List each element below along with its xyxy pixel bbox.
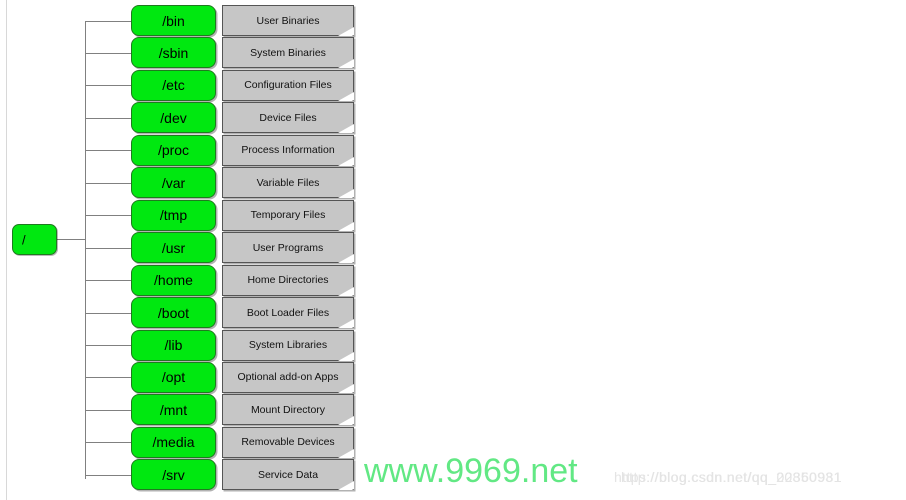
directory-description-note[interactable]: Optional add-on Apps xyxy=(222,361,354,393)
directory-description-note[interactable]: Process Information xyxy=(222,134,354,166)
note-fold-corner-icon xyxy=(338,416,354,426)
tree-branch-line xyxy=(85,280,132,282)
directory-node[interactable]: /lib xyxy=(131,329,216,361)
directory-node[interactable]: /opt xyxy=(131,361,216,393)
root-node-label: / xyxy=(22,232,26,247)
note-fold-corner-icon xyxy=(338,189,354,199)
watermark-primary: www.9969.net xyxy=(364,452,578,490)
directory-node[interactable]: /mnt xyxy=(131,394,216,426)
directory-description-note[interactable]: Temporary Files xyxy=(222,199,354,231)
directory-description-note[interactable]: User Programs xyxy=(222,232,354,264)
note-fold-corner-icon xyxy=(338,448,354,458)
directory-description-note[interactable]: Boot Loader Files xyxy=(222,297,354,329)
directory-node[interactable]: /dev xyxy=(131,102,216,134)
directory-description-note[interactable]: User Binaries xyxy=(222,5,354,36)
directory-description-label: System Binaries xyxy=(250,46,326,59)
tree-branch-line xyxy=(85,85,132,87)
directory-description-note[interactable]: Variable Files xyxy=(222,167,354,199)
directory-description-label: Process Information xyxy=(241,144,335,157)
directory-description-note[interactable]: Home Directories xyxy=(222,264,354,296)
directory-description-note[interactable]: Mount Directory xyxy=(222,394,354,426)
tree-branch-line xyxy=(85,377,132,379)
diagram-canvas: / /bin User Binaries/sbin System Binaries /… xyxy=(0,0,906,500)
tree-branch-line xyxy=(85,20,132,22)
directory-description-label: Mount Directory xyxy=(250,403,326,416)
note-fold-corner-icon xyxy=(338,383,354,393)
directory-node[interactable]: /var xyxy=(131,167,216,199)
tree-branch-line xyxy=(85,312,132,314)
directory-description-note[interactable]: System Libraries xyxy=(222,329,354,361)
note-fold-corner-icon xyxy=(338,319,354,329)
note-fold-corner-icon xyxy=(338,221,354,231)
watermark-secondary-b: http://blog.csdn.net/qq_20850931 xyxy=(621,469,842,485)
directory-description-label: Device Files xyxy=(259,111,317,124)
note-fold-corner-icon xyxy=(338,91,354,101)
note-fold-corner-icon xyxy=(338,351,354,361)
tree-branch-line xyxy=(85,52,132,54)
directory-node[interactable]: /srv xyxy=(131,459,216,491)
directory-description-label: System Libraries xyxy=(248,339,328,351)
directory-node[interactable]: /usr xyxy=(131,232,216,264)
note-fold-corner-icon xyxy=(338,156,354,166)
directory-description-note[interactable]: Configuration Files xyxy=(222,69,354,101)
directory-description-note[interactable]: Device Files xyxy=(222,102,354,134)
directory-node[interactable]: /proc xyxy=(131,134,216,166)
note-fold-corner-icon xyxy=(338,59,354,69)
directory-node[interactable]: /tmp xyxy=(131,199,216,231)
tree-branch-line xyxy=(85,474,132,476)
note-fold-corner-icon xyxy=(338,27,354,36)
directory-description-label: Temporary Files xyxy=(250,209,326,222)
tree-branch-line xyxy=(85,442,132,444)
directory-node[interactable]: /home xyxy=(131,264,216,296)
directory-description-label: Boot Loader Files xyxy=(246,306,330,319)
root-connector-line xyxy=(57,239,86,240)
directory-description-label: User Programs xyxy=(252,241,324,254)
root-node[interactable]: / xyxy=(12,224,57,255)
tree-branch-line xyxy=(85,182,132,184)
directory-description-note[interactable]: Removable Devices xyxy=(222,426,354,458)
directory-description-label: Variable Files xyxy=(256,176,320,189)
directory-description-note[interactable]: Service Data xyxy=(222,459,354,491)
directory-description-label: Configuration Files xyxy=(244,79,332,92)
directory-description-label: Optional add-on Apps xyxy=(237,371,339,384)
note-fold-corner-icon xyxy=(338,254,354,264)
directory-description-label: Service Data xyxy=(257,468,319,481)
note-fold-corner-icon xyxy=(338,481,354,491)
directory-node[interactable]: /boot xyxy=(131,297,216,329)
directory-node[interactable]: /sbin xyxy=(131,37,216,69)
tree-branch-line xyxy=(85,345,132,346)
left-edge-rule xyxy=(6,0,7,500)
note-fold-corner-icon xyxy=(338,286,354,296)
directory-description-note[interactable]: System Binaries xyxy=(222,37,354,69)
directory-description-label: Removable Devices xyxy=(241,436,335,449)
tree-branch-line xyxy=(85,247,132,249)
note-fold-corner-icon xyxy=(338,124,354,134)
tree-branch-line xyxy=(85,215,132,217)
directory-description-label: User Binaries xyxy=(256,14,320,27)
tree-branch-line xyxy=(85,150,132,152)
directory-description-label: Home Directories xyxy=(247,274,329,287)
directory-node[interactable]: /bin xyxy=(131,5,216,36)
tree-branch-line xyxy=(85,409,132,411)
tree-branch-line xyxy=(85,117,132,119)
directory-node[interactable]: /media xyxy=(131,426,216,458)
directory-node[interactable]: /etc xyxy=(131,69,216,101)
